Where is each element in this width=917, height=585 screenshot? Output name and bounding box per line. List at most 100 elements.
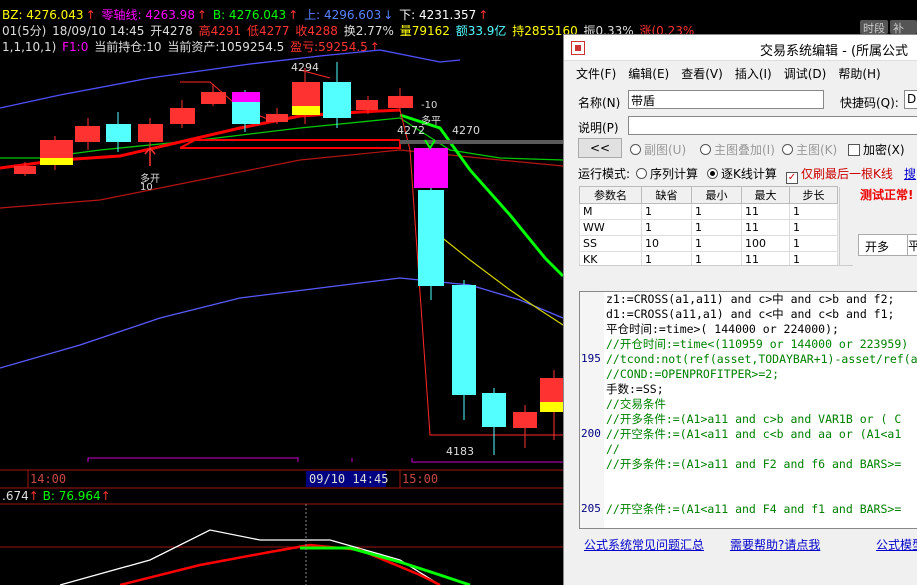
code-line[interactable]: //开空条件:=(A1<a11 and c<b and aa or (A1<a1	[606, 427, 901, 442]
param-cell[interactable]: 1	[691, 235, 742, 252]
code-line[interactable]: //开空条件:=(A1<a11 and F4 and f1 and BARS>=	[606, 502, 901, 517]
param-cell[interactable]: 100	[741, 235, 790, 252]
table-row[interactable]: M 1 1 11 1	[579, 203, 838, 220]
code-line[interactable]: //	[606, 442, 620, 457]
encrypt-checkbox[interactable]: 加密(X)	[848, 141, 905, 158]
param-col-max[interactable]: 最大	[741, 186, 790, 204]
param-col-step[interactable]: 步长	[789, 186, 838, 204]
candle	[388, 96, 413, 108]
overlay-radio[interactable]: 主图叠加(I)	[700, 141, 775, 158]
param-cell[interactable]: 1	[789, 235, 838, 252]
sub-value-a: .674	[2, 489, 29, 503]
sell-qty-signal: -10	[421, 100, 438, 111]
only-last-label: 仅刷最后一根K线	[801, 167, 893, 181]
menu-insert[interactable]: 插入(I)	[735, 65, 772, 82]
yellow-ma-line	[429, 227, 564, 326]
run-seq-radio[interactable]: 序列计算	[636, 165, 698, 182]
tab-close[interactable]: 平	[907, 234, 917, 256]
dialog-title-bar[interactable]: 交易系统编辑 - (所属公式	[564, 35, 917, 61]
code-line[interactable]: //开仓时间:=time<(110959 or 144000 or 223959…	[606, 337, 908, 352]
buy-qty-signal: 10	[140, 182, 153, 193]
candle	[482, 393, 506, 427]
param-cell[interactable]: 1	[691, 219, 742, 236]
name-input[interactable]: 带盾	[628, 90, 824, 109]
code-line[interactable]: d1:=CROSS(a11,a1) and c<中 and c<b and f1…	[606, 307, 894, 322]
param-col-min[interactable]: 最小	[691, 186, 742, 204]
param-cell[interactable]: 1	[641, 219, 692, 236]
table-row[interactable]: SS 10 1 100 1	[579, 235, 838, 252]
code-line[interactable]: z1:=CROSS(a1,a11) and c>中 and c>b and f2…	[606, 292, 894, 307]
lower-band-line	[0, 277, 564, 369]
run-bar-radio[interactable]: 逐K线计算	[707, 165, 777, 182]
trough-price-label: 4183	[446, 445, 474, 458]
param-cell[interactable]: 1	[789, 203, 838, 220]
code-line[interactable]: //COND:=OPENPROFITPER>=2;	[606, 367, 779, 382]
hotkey-input[interactable]: DI	[904, 90, 917, 109]
subchart-radio[interactable]: 副图(U)	[630, 141, 686, 158]
param-cell[interactable]: 1	[789, 219, 838, 236]
candle	[540, 378, 563, 402]
sub-green-line	[300, 546, 471, 585]
description-input[interactable]	[628, 116, 917, 135]
param-cell[interactable]: WW	[579, 219, 642, 236]
candles	[14, 62, 563, 455]
description-label: 说明(P)	[578, 121, 619, 135]
trading-system-editor-dialog[interactable]: 交易系统编辑 - (所属公式 文件(F) 编辑(E) 查看(V) 插入(I) 调…	[563, 34, 917, 585]
param-table-hscrollbar[interactable]	[579, 265, 853, 279]
hotkey-label: 快捷码(Q):	[840, 96, 899, 110]
code-line[interactable]: //开多条件:=(A1>a11 and F2 and f6 and BARS>=	[606, 457, 901, 472]
param-col-name[interactable]: 参数名	[579, 186, 642, 204]
parameter-table[interactable]: 参数名 缺省 最小 最大 步长 M 1 1 11 1 WW 1 1 11 1 SS 10 1 100 1…	[579, 186, 838, 268]
name-label: 名称(N)	[578, 96, 621, 110]
run-seq-radio-dot	[636, 168, 647, 179]
run-bar-radio-dot	[707, 168, 718, 179]
menu-view[interactable]: 查看(V)	[681, 65, 723, 82]
tab-open-long-label: 开多	[865, 240, 890, 254]
param-cell[interactable]: 1	[641, 203, 692, 220]
encrypt-label: 加密(X)	[863, 143, 905, 157]
menu-help[interactable]: 帮助(H)	[838, 65, 880, 82]
code-line[interactable]: 手数:=SS;	[606, 382, 664, 397]
back-button[interactable]: <<	[578, 138, 622, 158]
menu-file[interactable]: 文件(F)	[576, 65, 616, 82]
param-cell[interactable]: 11	[741, 203, 790, 220]
code-line[interactable]: 平仓时间:=time>( 144000 or 224000);	[606, 322, 839, 337]
param-cell[interactable]: 1	[691, 203, 742, 220]
param-cell[interactable]: M	[579, 203, 642, 220]
time-axis-strip	[0, 470, 563, 488]
test-status: 测试正常!	[860, 188, 914, 202]
run-seq-label: 序列计算	[650, 167, 699, 181]
sub-indicator-line: .674↑ B: 76.964↑	[2, 489, 111, 503]
sub-value-b: B: 76.964	[42, 489, 101, 503]
param-cell[interactable]: 11	[741, 219, 790, 236]
candle	[40, 140, 73, 158]
mainchart-radio-dot	[782, 144, 793, 155]
param-table-scrollbar[interactable]	[839, 187, 853, 265]
candle	[232, 92, 260, 102]
sell-close-signal: 多平	[421, 116, 441, 127]
help-link[interactable]: 需要帮助?请点我	[730, 536, 820, 553]
code-line[interactable]: //tcond:not(ref(asset,TODAYBAR+1)-asset/…	[606, 352, 917, 367]
extra-link[interactable]: 搜	[904, 165, 916, 182]
formula-link[interactable]: 公式模型	[876, 536, 917, 553]
subchart-label: 副图(U)	[644, 143, 687, 157]
menu-edit[interactable]: 编辑(E)	[628, 65, 669, 82]
only-last-checkbox[interactable]: ✓ 仅刷最后一根K线	[786, 165, 893, 184]
code-line[interactable]: //开多条件:=(A1>a11 and c>b and VAR1B or ( C	[606, 412, 901, 427]
only-last-check-box: ✓	[786, 172, 798, 184]
line-number: 200	[581, 427, 601, 440]
peak-price-label: 4294	[291, 61, 319, 74]
table-row[interactable]: WW 1 1 11 1	[579, 219, 838, 236]
param-cell[interactable]: 10	[641, 235, 692, 252]
code-editor[interactable]: z1:=CROSS(a1,a11) and c>中 and c>b and f2…	[579, 291, 917, 529]
faq-link[interactable]: 公式系统常见问题汇总	[584, 536, 704, 553]
menu-debug[interactable]: 调试(D)	[784, 65, 827, 82]
param-cell[interactable]: SS	[579, 235, 642, 252]
time-label-1400: 14:00	[30, 472, 67, 486]
mainchart-radio[interactable]: 主图(K)	[782, 141, 837, 158]
overlay-label: 主图叠加(I)	[714, 143, 775, 157]
candle	[452, 285, 476, 395]
code-line[interactable]: //交易条件	[606, 397, 666, 412]
param-col-default[interactable]: 缺省	[641, 186, 692, 204]
candle	[14, 166, 36, 174]
